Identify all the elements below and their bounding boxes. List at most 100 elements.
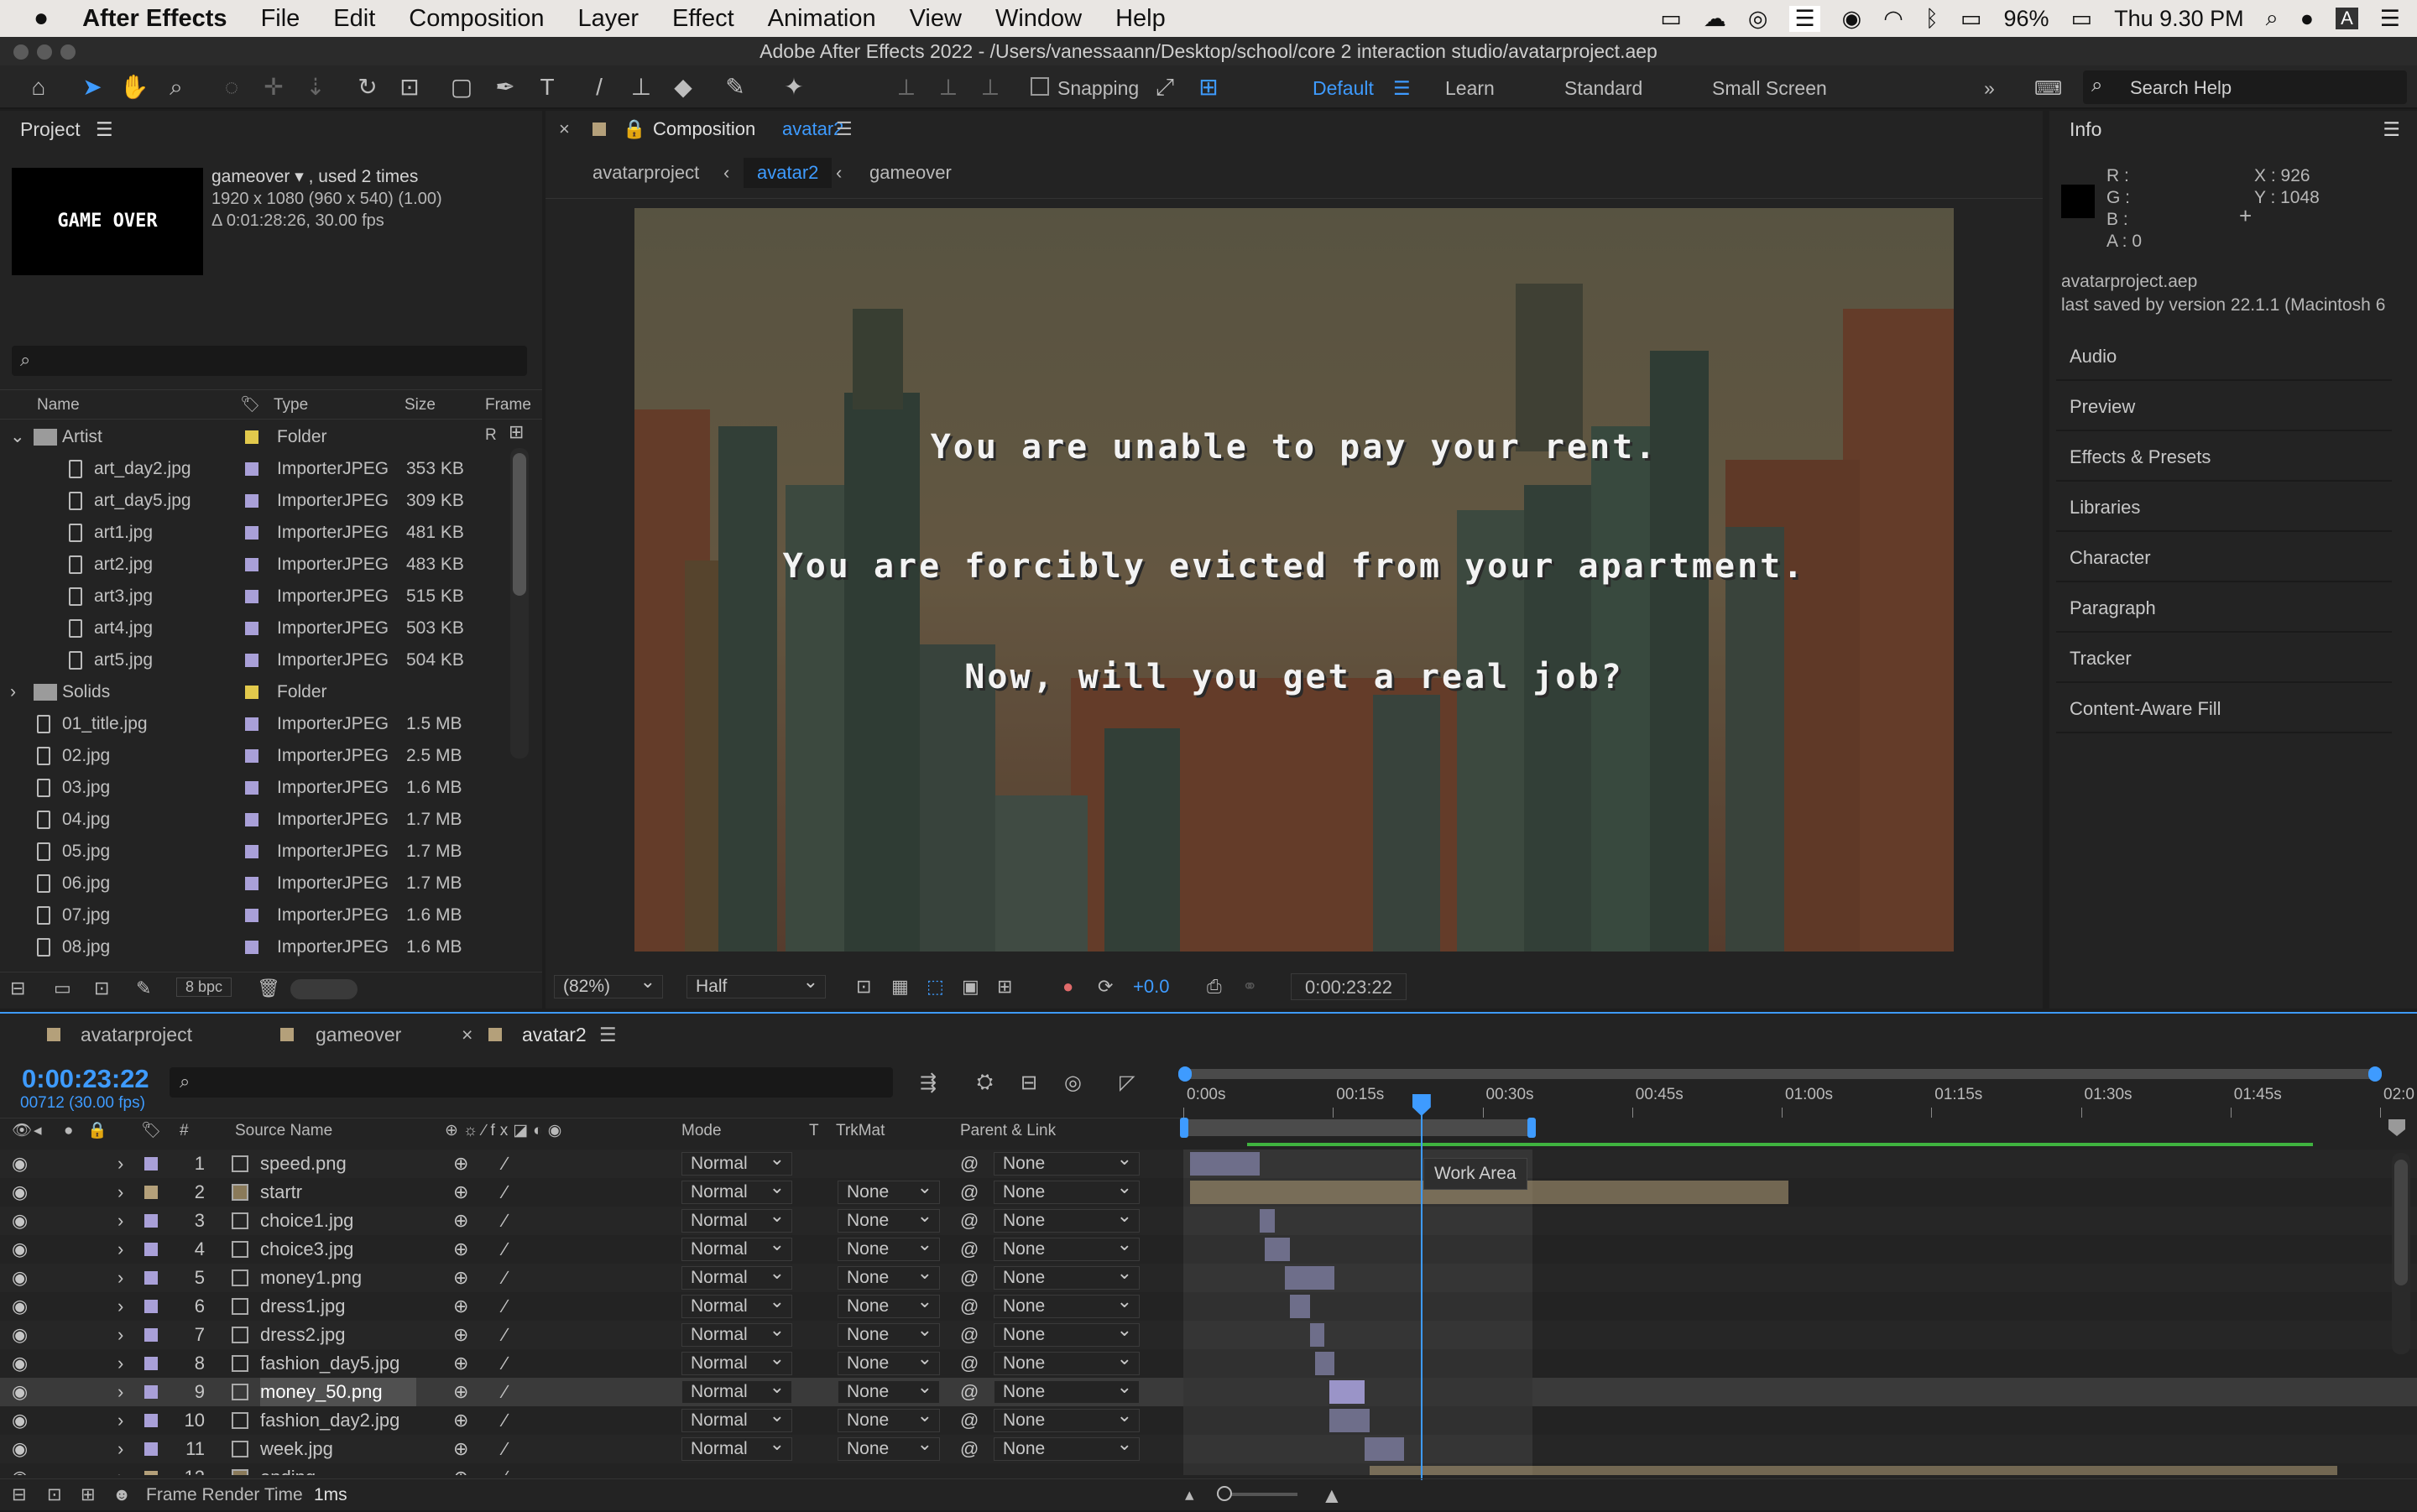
tab-avatar2[interactable]: avatar2 <box>522 1014 587 1056</box>
shy-switch-icon[interactable]: ⊕ <box>453 1349 468 1378</box>
layer-duration-bar[interactable] <box>1284 1266 1335 1290</box>
zoom-slider-knob[interactable] <box>1217 1486 1232 1501</box>
panel-menu-icon[interactable]: ☰ <box>2383 111 2400 148</box>
layer-duration-bar[interactable] <box>1190 1152 1261 1176</box>
eye-icon[interactable]: ◉ <box>12 1406 28 1435</box>
comp-current-time[interactable]: 0:00:23:22 <box>1291 973 1407 1000</box>
snap-option-icon[interactable]: ⤢ <box>1150 72 1180 102</box>
shy-switch-icon[interactable]: ⊕ <box>453 1435 468 1463</box>
input-source-icon[interactable]: A <box>2336 8 2358 29</box>
shy-layers-icon[interactable]: ⛭ <box>977 1071 993 1094</box>
quality-switch-icon[interactable]: ∕ <box>504 1349 507 1378</box>
quality-switch-icon[interactable]: ∕ <box>504 1264 507 1292</box>
label-color-swatch[interactable] <box>144 1471 158 1475</box>
new-composition-icon[interactable]: ⊡ <box>94 978 109 999</box>
zoom-dropdown[interactable]: (82%) <box>554 971 663 998</box>
airplay-icon[interactable]: ▭ <box>1960 6 1982 32</box>
layer-source-name[interactable]: dress1.jpg <box>260 1292 346 1321</box>
eye-icon[interactable]: ◉ <box>12 1463 28 1475</box>
layer-source-name[interactable]: ending <box>260 1463 316 1475</box>
parent-link-header[interactable]: Parent & Link <box>960 1118 1056 1144</box>
panel-character[interactable]: Character <box>2056 534 2392 582</box>
project-file-row[interactable]: art1.jpg ImporterJPEG 481 KB <box>0 517 537 549</box>
chevron-right-icon[interactable]: › <box>117 1435 123 1463</box>
quality-switch-icon[interactable]: ∕ <box>504 1435 507 1463</box>
column-size[interactable]: Size <box>405 390 436 420</box>
layer-source-name[interactable]: fashion_day5.jpg <box>260 1349 399 1378</box>
comp-flowchart-icon[interactable]: ⊟ <box>12 1479 27 1511</box>
label-color-swatch[interactable] <box>144 1442 158 1456</box>
parent-dropdown[interactable]: None <box>994 1405 1140 1432</box>
lock-icon[interactable]: 🔒 <box>623 111 645 148</box>
track-matte-dropdown[interactable]: None <box>838 1376 940 1404</box>
quality-switch-icon[interactable]: ∕ <box>504 1150 507 1178</box>
track-matte-dropdown[interactable]: None <box>838 1319 940 1347</box>
label-color-swatch[interactable] <box>144 1186 158 1199</box>
close-window-button[interactable] <box>13 44 29 60</box>
project-folder-row[interactable]: ⌄ Artist Folder <box>0 421 537 453</box>
layer-duration-bar[interactable] <box>1329 1409 1370 1432</box>
menu-window[interactable]: Window <box>979 5 1099 33</box>
info-panel-title[interactable]: Info <box>2070 118 2101 140</box>
pan-camera-icon[interactable]: ✛ <box>258 72 289 102</box>
project-file-row[interactable]: 05.jpg ImporterJPEG 1.7 MB <box>0 836 537 868</box>
timeline-layer-row[interactable]: ◉ › 6 dress1.jpg ⊕ ∕ Normal None @ None <box>0 1290 2417 1321</box>
label-color-swatch[interactable] <box>245 590 258 603</box>
work-area-start-handle[interactable] <box>1180 1118 1188 1138</box>
label-color-swatch[interactable] <box>144 1271 158 1285</box>
menu-layer[interactable]: Layer <box>561 5 655 33</box>
chevron-down-icon[interactable]: ▾ <box>295 167 304 186</box>
grid-guides-icon[interactable]: ⊞ <box>997 967 1012 1007</box>
selection-tool-icon[interactable]: ➤ <box>77 72 107 102</box>
pen-tool-icon[interactable]: ✒ <box>490 72 520 102</box>
label-column-icon[interactable]: 🏷 <box>141 1118 161 1144</box>
eye-icon[interactable]: ◉ <box>12 1178 28 1207</box>
work-area-end-handle[interactable] <box>1527 1118 1536 1138</box>
navigator-start-handle[interactable] <box>1178 1066 1192 1082</box>
timeline-layer-row[interactable]: ◉ › 7 dress2.jpg ⊕ ∕ Normal None @ None <box>0 1319 2417 1349</box>
layer-source-name[interactable]: money1.png <box>260 1264 362 1292</box>
shy-switch-icon[interactable]: ⊕ <box>453 1321 468 1349</box>
label-color-swatch[interactable] <box>245 781 258 795</box>
parent-dropdown[interactable]: None <box>994 1150 1140 1176</box>
blend-mode-dropdown[interactable]: Normal <box>681 1319 792 1347</box>
settings-brush-icon[interactable]: ✎ <box>136 978 151 999</box>
project-file-row[interactable]: art4.jpg ImporterJPEG 503 KB <box>0 613 537 644</box>
timeline-layer-row[interactable]: ◉ › 4 choice3.jpg ⊕ ∕ Normal None @ None <box>0 1233 2417 1264</box>
track-matte-dropdown[interactable]: None <box>838 1405 940 1432</box>
timeline-layer-row[interactable]: ◉ › 2 startr ⊕ ∕ Normal None @ None <box>0 1176 2417 1207</box>
roto-brush-icon[interactable]: ✎ <box>720 72 750 102</box>
project-search-input[interactable]: ⌕ <box>12 346 527 376</box>
source-name-header[interactable]: Source Name <box>235 1118 332 1144</box>
puppet-tool-icon[interactable]: ✦ <box>779 72 809 102</box>
comp-panel-name[interactable]: avatar2 <box>782 111 843 148</box>
parent-dropdown[interactable]: None <box>994 1290 1140 1318</box>
siri-icon[interactable]: ● <box>2300 6 2314 32</box>
track-matte-dropdown[interactable]: None <box>838 1290 940 1318</box>
graph-editor-icon[interactable]: ◸ <box>1120 1071 1135 1095</box>
eye-icon[interactable]: ◉ <box>12 1349 28 1378</box>
layer-source-name[interactable]: speed.png <box>260 1150 347 1178</box>
dolly-camera-icon[interactable]: ⇣ <box>300 72 331 102</box>
parent-dropdown[interactable]: None <box>994 1376 1140 1404</box>
track-matte-dropdown[interactable]: None <box>838 1348 940 1375</box>
time-ruler[interactable]: 0:00s 00:15s 00:30s 00:45s 01:00s 01:15s 01:30… <box>1183 1086 2414 1118</box>
project-file-row[interactable]: art_day5.jpg ImporterJPEG 309 KB <box>0 485 537 517</box>
layer-source-name[interactable]: fashion_day2.jpg <box>260 1406 399 1435</box>
chevron-right-icon[interactable]: › <box>117 1235 123 1264</box>
workspace-default[interactable]: Default <box>1313 77 1374 100</box>
chevron-right-icon[interactable]: › <box>10 676 16 708</box>
label-column-icon[interactable]: 🏷 <box>240 390 260 420</box>
bluetooth-icon[interactable]: ᛒ <box>1925 6 1939 32</box>
project-file-row[interactable]: art2.jpg ImporterJPEG 483 KB <box>0 549 537 581</box>
wifi-icon[interactable]: ◠ <box>1883 6 1903 32</box>
blend-mode-dropdown[interactable]: Normal <box>681 1233 792 1261</box>
track-matte-dropdown[interactable]: None <box>838 1176 940 1204</box>
zoom-tool-icon[interactable]: ⌕ <box>161 72 191 102</box>
fast-preview-icon[interactable]: ⊡ <box>856 967 871 1007</box>
interpret-footage-icon[interactable]: ⊟ <box>10 978 25 999</box>
layer-number-header[interactable]: # <box>180 1118 189 1144</box>
close-panel-icon[interactable]: × <box>559 111 570 148</box>
timeline-layer-row[interactable]: ◉ › 10 fashion_day2.jpg ⊕ ∕ Normal None @ None <box>0 1405 2417 1435</box>
blend-mode-dropdown[interactable]: Normal <box>681 1176 792 1204</box>
